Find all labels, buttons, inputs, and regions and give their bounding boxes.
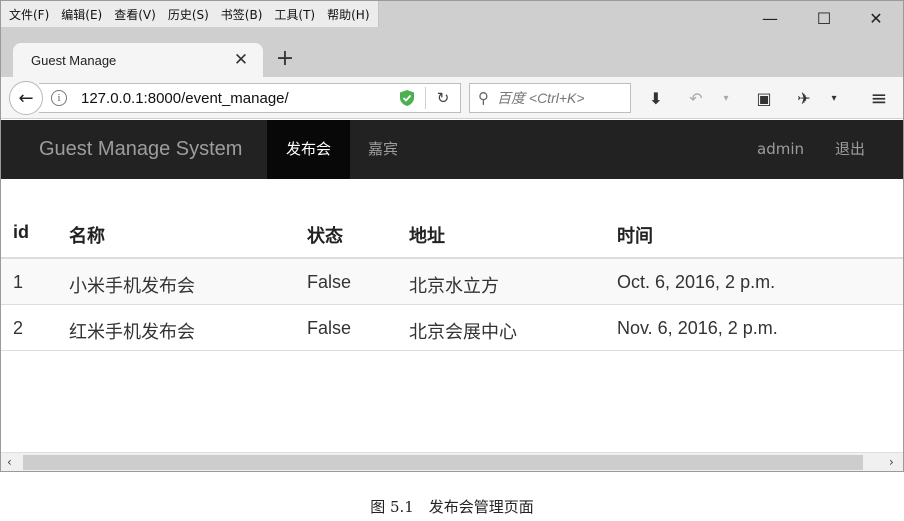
url-text[interactable]: 127.0.0.1:8000/event_manage/ (81, 90, 399, 107)
screenshot-icon[interactable]: ▣ (753, 85, 775, 111)
menu-edit[interactable]: 编辑(E) (61, 6, 102, 23)
cell-status: False (307, 272, 352, 292)
info-icon[interactable]: i (51, 90, 67, 106)
horizontal-scrollbar[interactable]: ‹ › (1, 452, 903, 471)
new-tab-button[interactable]: + (273, 45, 297, 71)
nav-user[interactable]: admin (741, 120, 820, 179)
close-tab-icon[interactable]: ✕ (231, 50, 251, 70)
nav-link-events[interactable]: 发布会 (267, 120, 350, 179)
menu-list: 文件(F) 编辑(E) 查看(V) 历史(S) 书签(B) 工具(T) 帮助(H… (1, 1, 379, 27)
events-table: id 名称 状态 地址 时间 1 小米手机发布会 False 北京水立方 Oct… (1, 207, 903, 351)
header-address: 地址 (409, 226, 445, 246)
nav-logout[interactable]: 退出 (819, 120, 881, 179)
cell-time: Nov. 6, 2016, 2 p.m. (617, 318, 778, 338)
cell-name: 小米手机发布会 (69, 276, 195, 296)
search-icon: ⚲ (478, 89, 489, 107)
download-icon[interactable]: ⬇ (645, 85, 667, 111)
header-time: 时间 (617, 226, 653, 246)
nav-link-guests[interactable]: 嘉宾 (350, 120, 416, 179)
undo-icon[interactable]: ↶ (685, 85, 707, 111)
tab-title: Guest Manage (31, 52, 117, 68)
extension-icon[interactable]: ✈ (793, 85, 815, 111)
header-name: 名称 (69, 226, 105, 246)
scrollbar-thumb[interactable] (23, 455, 863, 470)
menu-history[interactable]: 历史(S) (168, 6, 209, 23)
search-input[interactable]: ⚲ 百度 <Ctrl+K> (469, 83, 631, 113)
search-placeholder: 百度 <Ctrl+K> (497, 90, 585, 106)
scroll-left-icon[interactable]: ‹ (7, 455, 12, 469)
extension-dropdown-icon[interactable]: ▾ (823, 85, 845, 111)
reload-icon[interactable]: ↻ (426, 89, 460, 107)
back-button[interactable]: ← (9, 81, 43, 115)
minimize-button[interactable]: — (747, 3, 793, 33)
maximize-button[interactable]: ☐ (801, 3, 847, 33)
menu-bar: 文件(F) 编辑(E) 查看(V) 历史(S) 书签(B) 工具(T) 帮助(H… (1, 1, 903, 37)
tab-strip: Guest Manage ✕ + (1, 37, 903, 77)
table-row: 1 小米手机发布会 False 北京水立方 Oct. 6, 2016, 2 p.… (1, 259, 903, 305)
menu-file[interactable]: 文件(F) (9, 6, 49, 23)
cell-id: 1 (13, 272, 24, 292)
cell-address: 北京会展中心 (409, 322, 517, 342)
site-navbar: Guest Manage System 发布会 嘉宾 admin 退出 (1, 120, 903, 179)
menu-tools[interactable]: 工具(T) (274, 6, 315, 23)
figure-caption: 图 5.1 发布会管理页面 (370, 498, 534, 516)
nav-toolbar: i 127.0.0.1:8000/event_manage/ ↻ ← ⚲ 百度 … (1, 77, 903, 119)
scroll-right-icon[interactable]: › (889, 455, 894, 469)
header-id: id (13, 222, 29, 242)
tracking-shield-icon[interactable] (399, 89, 415, 107)
table-header: id 名称 状态 地址 时间 (1, 207, 903, 259)
tab-guest-manage[interactable]: Guest Manage ✕ (13, 43, 263, 77)
hamburger-menu-icon[interactable]: ≡ (867, 85, 891, 111)
url-bar[interactable]: i 127.0.0.1:8000/event_manage/ ↻ (39, 83, 461, 113)
menu-bookmarks[interactable]: 书签(B) (221, 6, 263, 23)
brand-title[interactable]: Guest Manage System (39, 120, 242, 179)
cell-time: Oct. 6, 2016, 2 p.m. (617, 272, 776, 292)
undo-dropdown-icon[interactable]: ▾ (715, 85, 737, 111)
cell-name: 红米手机发布会 (69, 322, 195, 342)
cell-status: False (307, 318, 352, 338)
cell-id: 2 (13, 318, 24, 338)
cell-address: 北京水立方 (409, 276, 499, 296)
menu-help[interactable]: 帮助(H) (327, 6, 369, 23)
close-window-button[interactable]: ✕ (853, 3, 899, 33)
header-status: 状态 (307, 226, 343, 246)
back-arrow-icon: ← (18, 87, 34, 109)
browser-window: 文件(F) 编辑(E) 查看(V) 历史(S) 书签(B) 工具(T) 帮助(H… (0, 0, 904, 472)
table-row: 2 红米手机发布会 False 北京会展中心 Nov. 6, 2016, 2 p… (1, 305, 903, 351)
menu-view[interactable]: 查看(V) (114, 6, 156, 23)
